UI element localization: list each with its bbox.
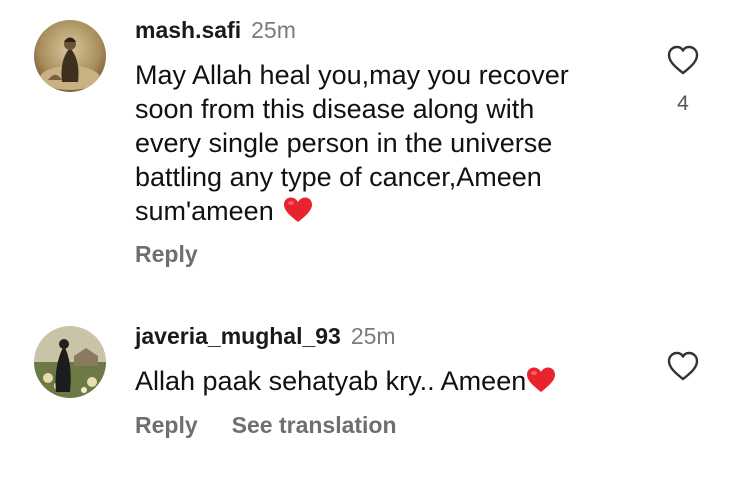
comment-text: May Allah heal you,may you recover soon … bbox=[135, 58, 605, 228]
comment-text: Allah paak sehatyab kry.. Ameen bbox=[135, 364, 635, 398]
like-count: 4 bbox=[677, 92, 689, 115]
timestamp: 25m bbox=[251, 17, 296, 43]
username[interactable]: javeria_mughal_93 bbox=[135, 323, 341, 349]
comment-item: javeria_mughal_93 25m Allah paak sehatyab… bbox=[0, 300, 740, 478]
comment-meta: javeria_mughal_93 25m bbox=[135, 322, 396, 350]
comment-body: Allah paak sehatyab kry.. Ameen bbox=[135, 366, 527, 396]
heart-outline-icon[interactable] bbox=[666, 350, 700, 382]
see-translation-button[interactable]: See translation bbox=[232, 412, 397, 438]
reply-button[interactable]: Reply bbox=[135, 412, 198, 438]
comment-body: May Allah heal you,may you recover soon … bbox=[135, 60, 569, 226]
timestamp: 25m bbox=[350, 323, 396, 349]
red-heart-emoji-icon bbox=[527, 367, 556, 392]
comment-actions: Reply bbox=[135, 240, 198, 268]
username[interactable]: mash.safi bbox=[135, 17, 241, 43]
avatar[interactable] bbox=[34, 20, 106, 92]
reply-button[interactable]: Reply bbox=[135, 241, 198, 267]
comment-item: mash.safi 25m May Allah heal you,may you … bbox=[0, 0, 740, 300]
comment-meta: mash.safi 25m bbox=[135, 16, 296, 44]
heart-outline-icon[interactable] bbox=[666, 44, 700, 76]
red-heart-emoji-icon bbox=[284, 197, 313, 222]
avatar[interactable] bbox=[34, 326, 106, 398]
comment-actions: Reply See translation bbox=[135, 411, 397, 439]
